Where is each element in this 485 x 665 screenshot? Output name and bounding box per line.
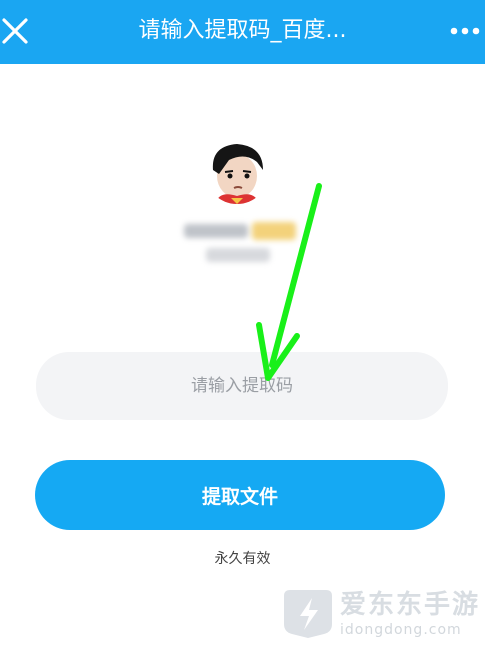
top-bar: 请输入提取码_百度... bbox=[0, 0, 485, 64]
close-icon[interactable] bbox=[0, 14, 30, 48]
watermark-url: idongdong.com bbox=[340, 622, 462, 638]
watermark-title: 爱东东手游 bbox=[340, 590, 481, 620]
page-title: 请输入提取码_百度... bbox=[138, 18, 347, 43]
blurred-username bbox=[184, 220, 304, 242]
avatar bbox=[205, 140, 269, 204]
extraction-code-input[interactable] bbox=[36, 352, 448, 420]
blurred-user-subtitle bbox=[206, 248, 270, 262]
validity-note: 永久有效 bbox=[214, 551, 271, 567]
extract-file-button[interactable]: 提取文件 bbox=[35, 460, 445, 530]
watermark-logo-icon bbox=[282, 586, 334, 638]
more-icon[interactable] bbox=[449, 22, 481, 40]
